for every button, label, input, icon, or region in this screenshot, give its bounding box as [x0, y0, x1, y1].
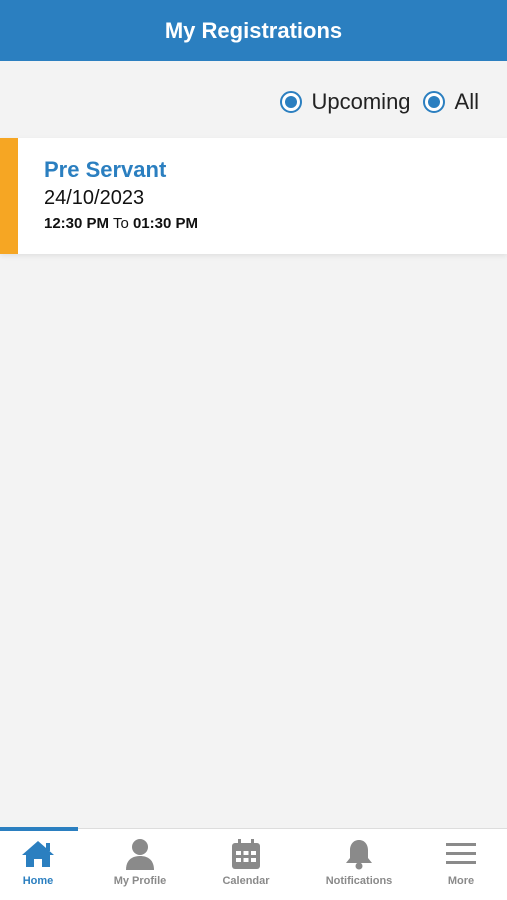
bell-icon — [342, 837, 376, 871]
registration-title: Pre Servant — [44, 157, 167, 182]
time-separator: To — [112, 215, 129, 232]
bottom-navigation: Home My Profile Calendar Notifications M… — [0, 827, 507, 900]
page-title: My Registrations — [164, 17, 343, 43]
nav-item-notifications[interactable]: Notifications — [311, 837, 407, 897]
app-header: My Registrations — [0, 0, 507, 61]
nav-label: Home — [22, 875, 54, 887]
registration-time: 12:30 PM To 01:30 PM — [44, 215, 198, 232]
card-accent-bar — [0, 138, 18, 254]
nav-item-calendar[interactable]: Calendar — [198, 837, 294, 897]
nav-label: Calendar — [222, 875, 270, 887]
filter-option-label: All — [454, 89, 479, 114]
registration-filter: Upcoming All — [279, 84, 479, 120]
registration-date: 24/10/2023 — [44, 187, 145, 209]
calendar-icon — [229, 837, 263, 871]
filter-option-all[interactable]: All — [422, 89, 479, 115]
radio-selected-icon[interactable] — [422, 91, 445, 113]
home-icon — [21, 837, 55, 871]
person-icon — [123, 837, 157, 871]
nav-label: My Profile — [113, 875, 167, 887]
nav-item-my-profile[interactable]: My Profile — [92, 837, 188, 897]
end-time: 01:30 PM — [132, 215, 199, 232]
nav-item-more[interactable]: More — [413, 837, 507, 897]
nav-label: More — [447, 875, 475, 887]
active-tab-indicator — [0, 827, 78, 831]
menu-icon — [444, 837, 478, 871]
radio-selected-icon[interactable] — [279, 91, 302, 113]
filter-option-label: Upcoming — [311, 89, 411, 114]
nav-label: Notifications — [325, 875, 393, 887]
filter-option-upcoming[interactable]: Upcoming — [279, 89, 411, 115]
nav-item-home[interactable]: Home — [0, 837, 86, 897]
start-time: 12:30 PM — [44, 215, 110, 232]
